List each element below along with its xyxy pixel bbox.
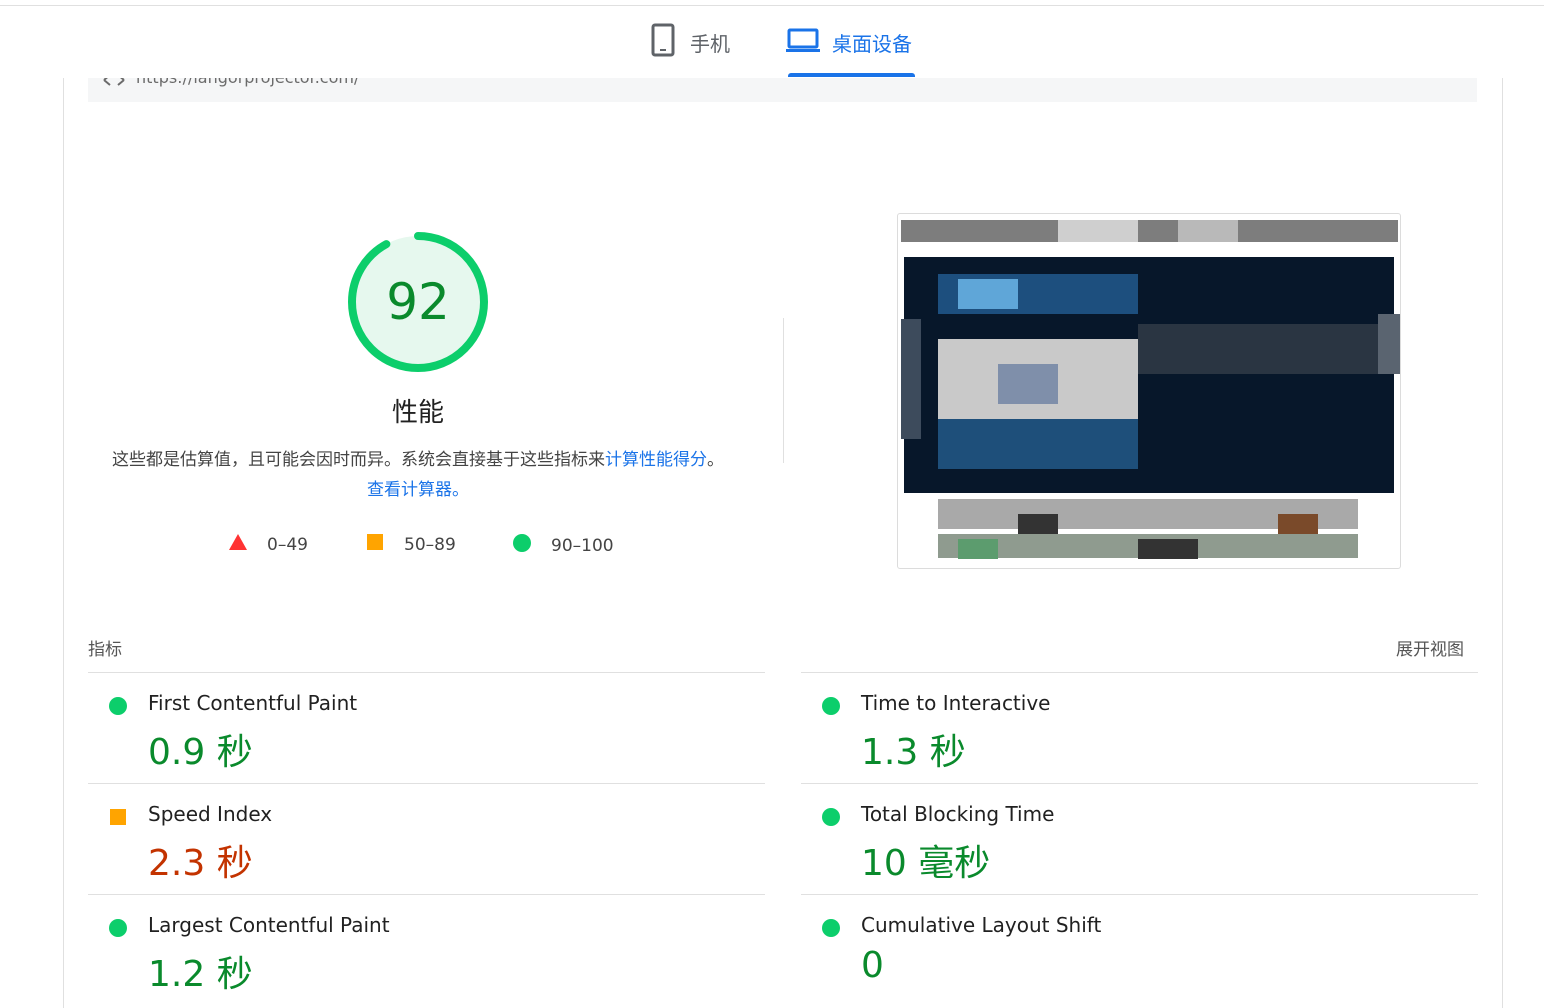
circle-icon	[513, 534, 531, 557]
metric-first-contentful-paint: First Contentful Paint 0.9 秒	[88, 672, 765, 783]
metrics-header: 指标 展开视图	[88, 631, 1477, 661]
laptop-icon	[786, 27, 820, 57]
link-icon	[102, 78, 126, 91]
square-icon	[366, 534, 384, 555]
metrics-title: 指标	[88, 640, 122, 660]
status-average-icon	[110, 809, 126, 825]
vertical-divider	[783, 318, 784, 463]
tab-mobile-label: 手机	[690, 31, 730, 56]
metric-name: Cumulative Layout Shift	[861, 913, 1102, 937]
phone-icon	[650, 23, 676, 61]
tab-desktop-label: 桌面设备	[832, 31, 912, 56]
metric-value: 1.3 秒	[861, 732, 966, 773]
description-text: 这些都是估算值，且可能会因时而异。系统会直接基于这些指标来	[112, 450, 605, 470]
tab-desktop[interactable]: 桌面设备	[786, 6, 915, 78]
url-bar: https://langorprojector.com/	[88, 78, 1477, 102]
performance-gauge: 92	[344, 228, 492, 376]
metric-value: 10 毫秒	[861, 843, 991, 884]
score-legend: 0–49 50–89 90–100	[229, 534, 649, 556]
metric-largest-contentful-paint: Largest Contentful Paint 1.2 秒	[88, 894, 765, 1005]
status-pass-icon	[822, 697, 840, 715]
calculate-score-link[interactable]: 计算性能得分	[605, 450, 707, 470]
tested-url[interactable]: https://langorprojector.com/	[136, 78, 359, 87]
legend-pass: 90–100	[513, 534, 614, 557]
active-tab-indicator	[788, 73, 915, 77]
metric-name: Time to Interactive	[861, 691, 1051, 715]
metric-value: 0.9 秒	[148, 732, 253, 773]
legend-average: 50–89	[366, 534, 456, 555]
metric-total-blocking-time: Total Blocking Time 10 毫秒	[801, 783, 1478, 894]
gauge-title: 性能	[391, 398, 444, 428]
legend-fail: 0–49	[229, 534, 308, 555]
gauge-score: 92	[386, 273, 450, 331]
triangle-icon	[229, 534, 247, 555]
tab-mobile[interactable]: 手机	[650, 6, 730, 78]
legend-pass-range: 90–100	[551, 535, 614, 556]
status-pass-icon	[109, 697, 127, 715]
metric-name: Largest Contentful Paint	[148, 913, 390, 937]
report-card: https://langorprojector.com/ 92 性能 这些都是估…	[63, 78, 1503, 1008]
metric-value: 0	[861, 945, 884, 986]
metric-name: Speed Index	[148, 802, 273, 826]
metric-cumulative-layout-shift: Cumulative Layout Shift 0	[801, 894, 1478, 1005]
metric-name: Total Blocking Time	[861, 802, 1055, 826]
legend-average-range: 50–89	[404, 534, 456, 555]
description-separator: 。	[707, 450, 724, 470]
score-description: 这些都是估算值，且可能会因时而异。系统会直接基于这些指标来计算性能得分。查看计算…	[104, 445, 732, 505]
status-pass-icon	[109, 919, 127, 937]
metric-time-to-interactive: Time to Interactive 1.3 秒	[801, 672, 1478, 783]
metric-value: 1.2 秒	[148, 954, 253, 995]
legend-fail-range: 0–49	[267, 534, 308, 555]
pixelated-screenshot-image	[901, 220, 1400, 559]
status-pass-icon	[822, 808, 840, 826]
device-tabs: 手机 桌面设备	[0, 6, 1544, 78]
calculator-link[interactable]: 查看计算器。	[367, 480, 469, 500]
expand-view-toggle[interactable]: 展开视图	[1396, 635, 1464, 660]
metric-name: First Contentful Paint	[148, 691, 358, 715]
metric-value: 2.3 秒	[148, 843, 253, 884]
status-pass-icon	[822, 919, 840, 937]
page-screenshot-thumbnail	[897, 213, 1401, 569]
metric-speed-index: Speed Index 2.3 秒	[88, 783, 765, 894]
